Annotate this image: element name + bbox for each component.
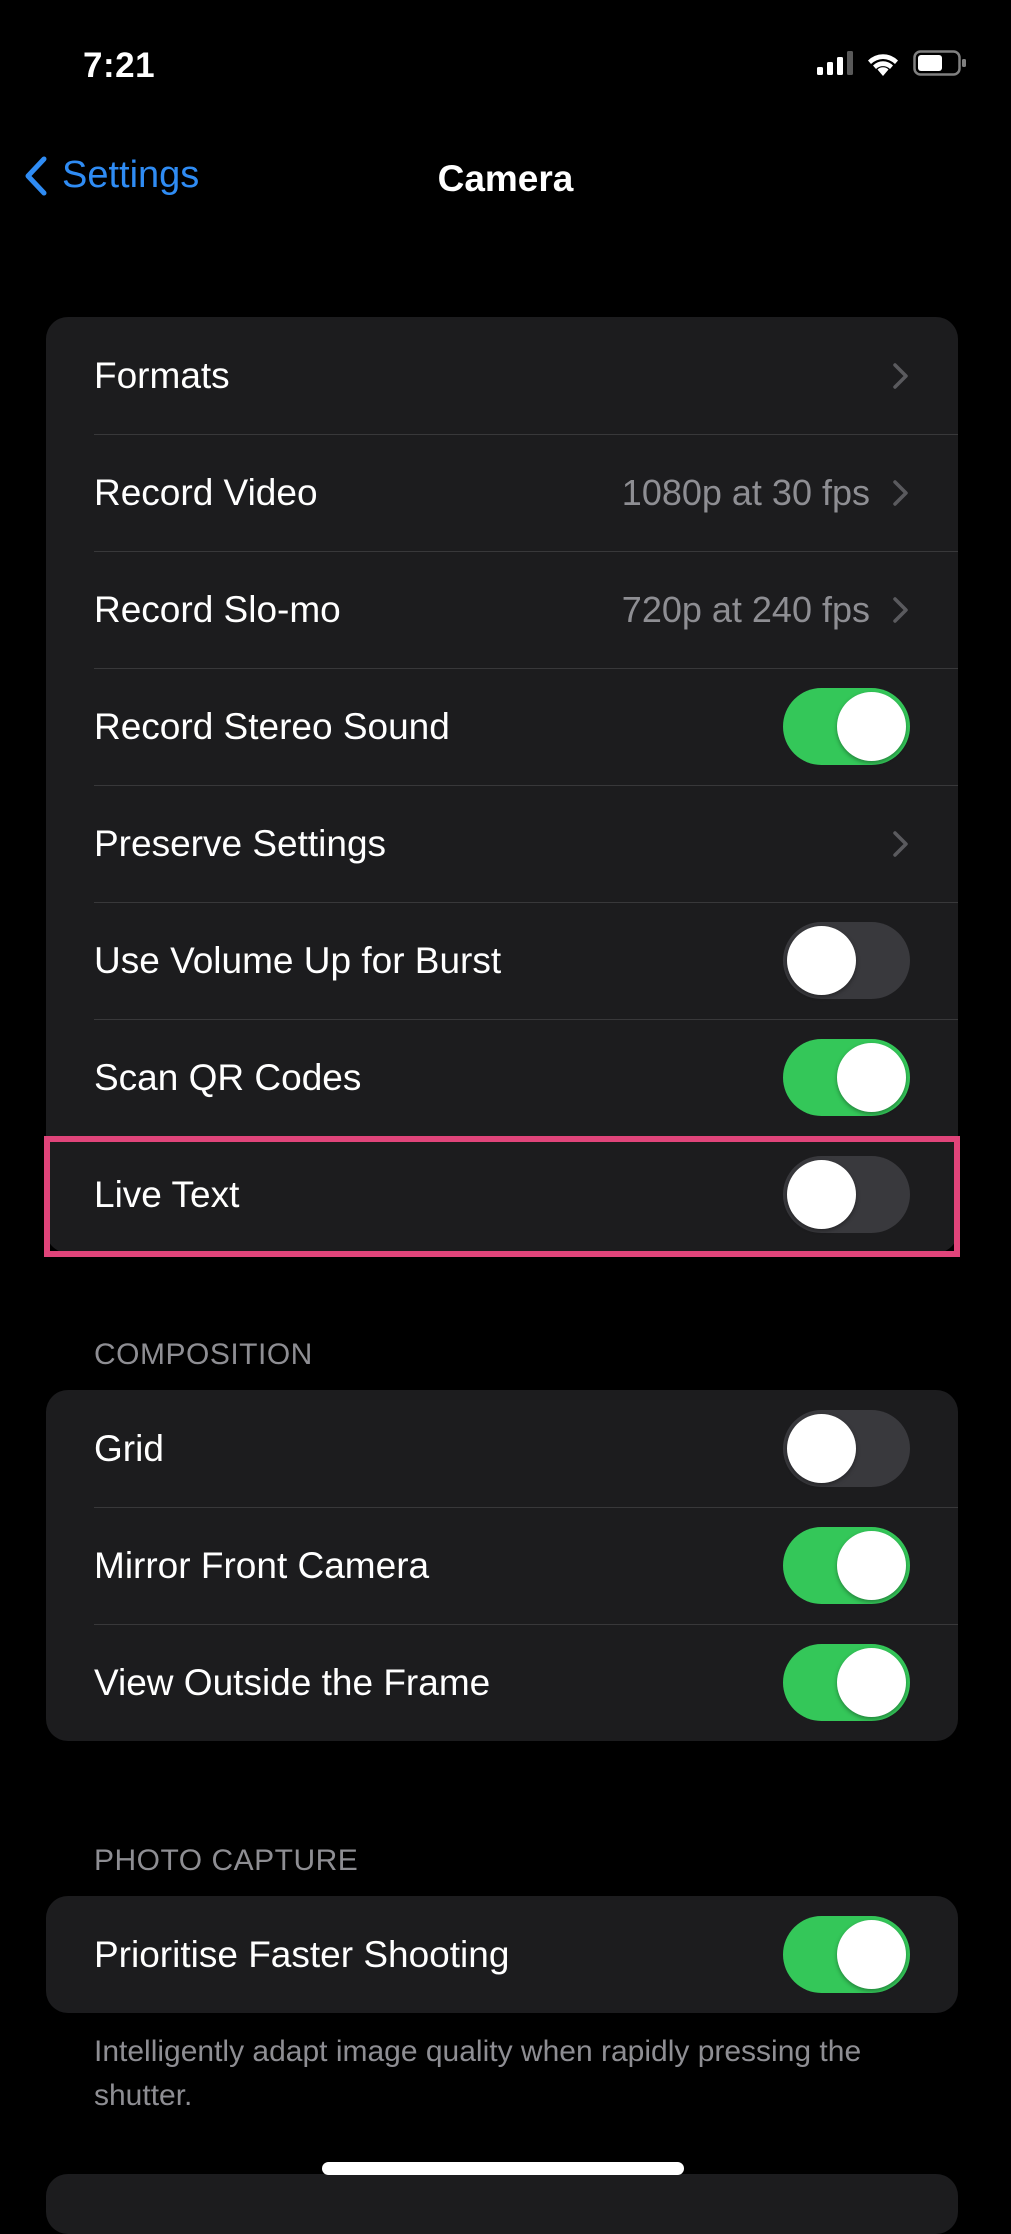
- row-record-slo-mo[interactable]: Record Slo-mo 720p at 240 fps: [46, 551, 958, 668]
- row-formats[interactable]: Formats: [46, 317, 958, 434]
- photo-capture-group: Prioritise Faster Shooting: [46, 1896, 958, 2013]
- row-view-outside-frame: View Outside the Frame: [46, 1624, 958, 1741]
- row-value: 720p at 240 fps: [621, 588, 870, 630]
- row-label: Scan QR Codes: [94, 1056, 362, 1098]
- row-label: Formats: [94, 354, 230, 396]
- row-record-video[interactable]: Record Video 1080p at 30 fps: [46, 434, 958, 551]
- row-scan-qr-codes: Scan QR Codes: [46, 1019, 958, 1136]
- camera-settings-group: Formats Record Video 1080p at 30 fps Rec…: [46, 317, 958, 1253]
- toggle-knob: [787, 1160, 856, 1229]
- row-mirror-front-camera: Mirror Front Camera: [46, 1507, 958, 1624]
- row-label: Grid: [94, 1427, 164, 1469]
- toggle-knob: [837, 1531, 906, 1600]
- status-time: 7:21: [83, 46, 156, 85]
- row-record-stereo-sound: Record Stereo Sound: [46, 668, 958, 785]
- chevron-right-icon: [893, 362, 908, 389]
- composition-header: COMPOSITION: [94, 1338, 313, 1371]
- cellular-signal-icon: [817, 51, 853, 75]
- page-title: Camera: [437, 158, 574, 199]
- next-settings-group-partial: [46, 2174, 958, 2234]
- row-label: Record Stereo Sound: [94, 705, 450, 747]
- live-text-toggle[interactable]: [783, 1156, 910, 1233]
- chevron-right-icon: [893, 596, 908, 623]
- composition-group: Grid Mirror Front Camera View Outside th…: [46, 1390, 958, 1741]
- toggle-knob: [837, 692, 906, 761]
- row-prioritise-faster-shooting: Prioritise Faster Shooting: [46, 1896, 958, 2013]
- row-label: Mirror Front Camera: [94, 1544, 430, 1586]
- navigation-bar: Settings Camera: [0, 140, 1011, 220]
- row-label: Record Video: [94, 471, 318, 513]
- toggle-knob: [837, 1043, 906, 1112]
- row-value: 1080p at 30 fps: [621, 471, 870, 513]
- row-live-text: Live Text: [46, 1136, 958, 1253]
- volume-up-burst-toggle[interactable]: [783, 922, 910, 999]
- photo-capture-footnote: Intelligently adapt image quality when r…: [94, 2035, 862, 2112]
- status-icons: [817, 50, 967, 76]
- view-outside-frame-toggle[interactable]: [783, 1644, 910, 1721]
- scan-qr-codes-toggle[interactable]: [783, 1039, 910, 1116]
- photo-capture-header: PHOTO CAPTURE: [94, 1844, 359, 1877]
- wifi-icon: [868, 54, 898, 76]
- home-indicator[interactable]: [322, 2162, 684, 2175]
- mirror-front-camera-toggle[interactable]: [783, 1527, 910, 1604]
- status-bar: 7:21: [0, 0, 1011, 130]
- prioritise-faster-shooting-toggle[interactable]: [783, 1916, 910, 1993]
- row-label: Record Slo-mo: [94, 588, 341, 630]
- row-preserve-settings[interactable]: Preserve Settings: [46, 785, 958, 902]
- toggle-knob: [837, 1920, 906, 1989]
- row-label: Prioritise Faster Shooting: [94, 1933, 510, 1975]
- grid-toggle[interactable]: [783, 1410, 910, 1487]
- record-stereo-sound-toggle[interactable]: [783, 688, 910, 765]
- battery-icon: [913, 50, 966, 76]
- row-label: Live Text: [94, 1173, 240, 1215]
- row-label: Use Volume Up for Burst: [94, 939, 502, 981]
- toggle-knob: [787, 926, 856, 995]
- chevron-right-icon: [893, 479, 908, 506]
- row-label: Preserve Settings: [94, 822, 387, 864]
- row-grid: Grid: [46, 1390, 958, 1507]
- chevron-right-icon: [893, 830, 908, 857]
- row-label: View Outside the Frame: [94, 1661, 491, 1703]
- row-volume-up-burst: Use Volume Up for Burst: [46, 902, 958, 1019]
- toggle-knob: [837, 1648, 906, 1717]
- toggle-knob: [787, 1414, 856, 1483]
